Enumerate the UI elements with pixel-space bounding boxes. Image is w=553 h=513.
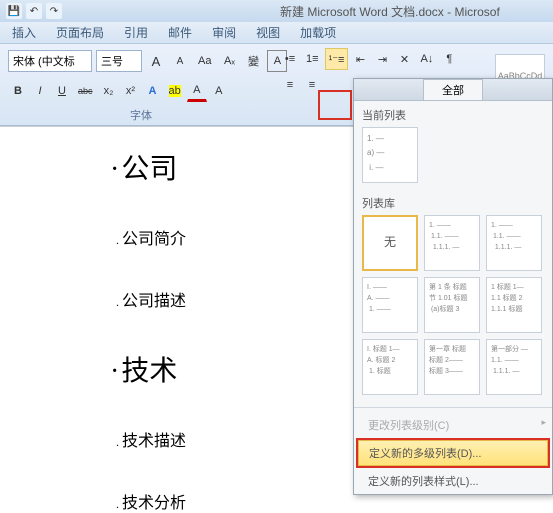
gallery-item[interactable]: 第一章 标题 标题 2―― 标题 3――	[424, 339, 480, 395]
numbering-button[interactable]: 1≡	[302, 48, 323, 70]
heading-2[interactable]: 技术分析	[116, 489, 186, 513]
gallery-item[interactable]: 1. ―― 1.1. ―― 1.1.1. ―	[424, 215, 480, 271]
tab-addins[interactable]: 加载项	[300, 24, 336, 41]
chevron-right-icon: ▸	[541, 417, 546, 428]
window-title: 新建 Microsoft Word 文档.docx - Microsof	[280, 3, 500, 20]
underline-button[interactable]: U	[52, 80, 72, 102]
separator	[354, 407, 552, 408]
change-case-button[interactable]: Aa	[194, 50, 215, 72]
gallery-item[interactable]: 第一部分 ― 1.1. ―― 1.1.1. ―	[486, 339, 542, 395]
font-group-label: 字体	[130, 107, 152, 123]
text-effects-button[interactable]: A	[143, 80, 163, 102]
save-icon[interactable]: 💾	[6, 3, 22, 19]
phonetic-guide-button[interactable]: 變	[243, 50, 263, 72]
gallery-item[interactable]: I. ―― A. ―― 1. ――	[362, 277, 418, 333]
gallery-item[interactable]: 1. ―― 1.1. ―― 1.1.1. ―	[486, 215, 542, 271]
asian-layout-button[interactable]: ✕	[394, 48, 414, 70]
heading-1[interactable]: 技术	[110, 349, 186, 389]
strike-button[interactable]: abc	[74, 80, 97, 102]
redo-icon[interactable]: ↷	[46, 3, 62, 19]
show-marks-button[interactable]: ¶	[439, 48, 459, 70]
heading-2[interactable]: 公司描述	[116, 287, 186, 311]
font-size-select[interactable]: 三号	[96, 50, 142, 72]
current-list-label: 当前列表	[354, 101, 552, 127]
multilevel-list-button[interactable]: ¹⁻≡	[325, 48, 349, 70]
heading-2[interactable]: 公司简介	[116, 225, 186, 249]
bold-button[interactable]: B	[8, 80, 28, 102]
bullets-icon: •≡	[285, 53, 295, 65]
align-left-button[interactable]: ≡	[280, 74, 300, 96]
dropdown-header: 全部	[354, 79, 552, 101]
grow-font-button[interactable]: A	[146, 50, 166, 72]
sort-button[interactable]: A↓	[416, 48, 437, 70]
tab-review[interactable]: 审阅	[212, 24, 236, 41]
numbering-icon: 1≡	[306, 53, 319, 65]
multilevel-list-dropdown: 全部 当前列表 1. ― a) ― i. ― 列表库 无 1. ―― 1.1. …	[353, 78, 553, 495]
undo-icon[interactable]: ↶	[26, 3, 42, 19]
font-color-button[interactable]: A	[187, 80, 207, 102]
decrease-indent-button[interactable]: ⇤	[350, 48, 370, 70]
define-new-list-style[interactable]: 定义新的列表样式(L)...	[354, 468, 552, 494]
dropdown-tab-all[interactable]: 全部	[423, 79, 483, 100]
highlight-button[interactable]: ab	[165, 80, 185, 102]
tab-layout[interactable]: 页面布局	[56, 24, 104, 41]
ribbon-tabs: 插入 页面布局 引用 邮件 审阅 视图 加载项	[0, 22, 553, 44]
subscript-button[interactable]: x₂	[99, 80, 119, 102]
title-bar: 💾 ↶ ↷ 新建 Microsoft Word 文档.docx - Micros…	[0, 0, 553, 22]
gallery-item[interactable]: 1 标题 1― 1.1 标题 2 1.1.1 标题	[486, 277, 542, 333]
font-name-select[interactable]: 宋体 (中文标	[8, 50, 92, 72]
gallery-item-none[interactable]: 无	[362, 215, 418, 271]
gallery-label: 列表库	[354, 189, 552, 215]
superscript-button[interactable]: x²	[121, 80, 141, 102]
italic-button[interactable]: I	[30, 80, 50, 102]
heading-1[interactable]: 公司	[110, 147, 186, 187]
align-center-button[interactable]: ≡	[302, 74, 322, 96]
tab-mailings[interactable]: 邮件	[168, 24, 192, 41]
gallery-item[interactable]: 第 1 条 标题 节 1.01 标题 (a)标题 3	[424, 277, 480, 333]
change-list-level: 更改列表级别(C) ▸	[354, 412, 552, 438]
list-gallery: 无 1. ―― 1.1. ―― 1.1.1. ― 1. ―― 1.1. ―― 1…	[354, 215, 552, 403]
char-shading-button[interactable]: A	[209, 80, 229, 102]
current-list-preview[interactable]: 1. ― a) ― i. ―	[362, 127, 418, 183]
eraser-icon: Aₓ	[224, 55, 235, 67]
tab-view[interactable]: 视图	[256, 24, 280, 41]
multilevel-icon: ¹⁻≡	[329, 53, 345, 66]
clear-format-button[interactable]: Aₓ	[219, 50, 239, 72]
gallery-item[interactable]: I. 标题 1― A. 标题 2 1. 标题	[362, 339, 418, 395]
quick-access-toolbar: 💾 ↶ ↷	[6, 3, 62, 19]
tab-insert[interactable]: 插入	[12, 24, 36, 41]
increase-indent-button[interactable]: ⇥	[372, 48, 392, 70]
bullets-button[interactable]: •≡	[280, 48, 300, 70]
tab-references[interactable]: 引用	[124, 24, 148, 41]
shrink-font-button[interactable]: A	[170, 50, 190, 72]
heading-2[interactable]: 技术描述	[116, 427, 186, 451]
define-new-multilevel-list[interactable]: 定义新的多级列表(D)...	[358, 440, 548, 466]
